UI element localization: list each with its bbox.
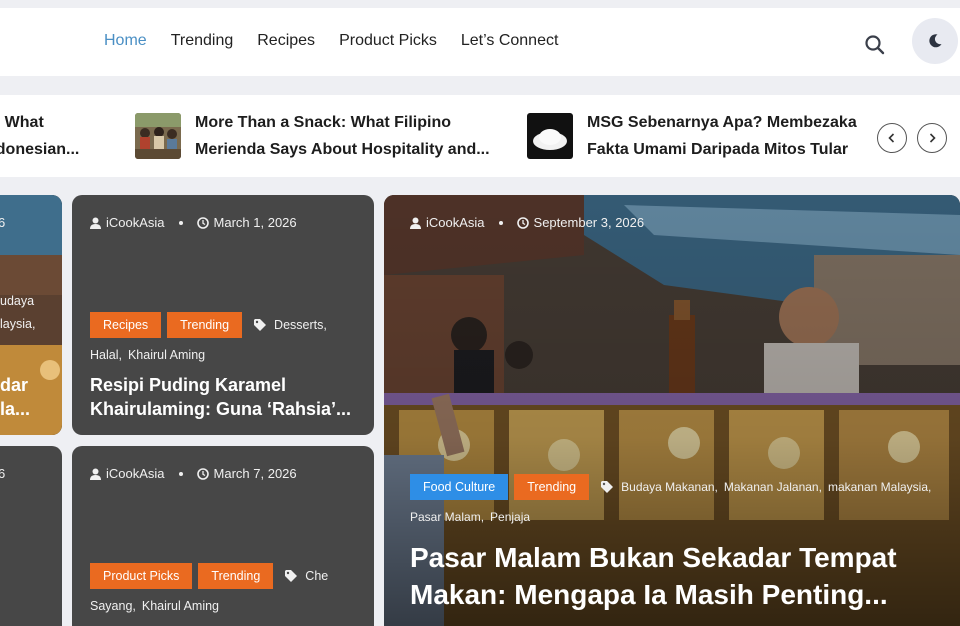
card-title-partial[interactable]: dar la...	[0, 373, 30, 421]
post-meta: iCookAsia September 3, 2026	[410, 215, 644, 230]
site-header: Home Trending Recipes Product Picks Let’…	[0, 8, 960, 76]
tag-link[interactable]: Che	[305, 565, 328, 587]
tag-link[interactable]: Halal,	[90, 344, 122, 366]
partial-card[interactable]: 6	[0, 446, 62, 626]
tag-link[interactable]: Desserts,	[274, 314, 327, 336]
user-icon	[90, 217, 101, 229]
post-title[interactable]: Resipi Puding Karamel Khairulaming: Guna…	[90, 373, 365, 421]
separator-dot	[178, 471, 183, 476]
tag-link[interactable]: Makanan Jalanan,	[724, 476, 822, 498]
separator-dot	[178, 220, 183, 225]
main-nav: Home Trending Recipes Product Picks Let’…	[104, 32, 558, 50]
post-date[interactable]: March 1, 2026	[214, 215, 297, 230]
title-line: la...	[0, 399, 31, 419]
category-trending[interactable]: Trending	[198, 563, 274, 589]
post-author[interactable]: iCookAsia	[106, 215, 165, 230]
ticker-item[interactable]: MSG Sebenarnya Apa? Membezaka Fakta Umam…	[527, 109, 877, 163]
tags-partial: udaya laysia,	[0, 290, 35, 336]
post-date[interactable]: March 7, 2026	[214, 466, 297, 481]
tag-link[interactable]: Khairul Aming	[128, 344, 205, 366]
ticker-item[interactable]: More Than a Snack: What Filipino Meriend…	[135, 109, 505, 163]
ticker-title: e: What ndonesian...	[0, 114, 80, 158]
title-line: dar	[0, 375, 29, 395]
ticker-thumbnail	[527, 113, 573, 159]
tag-partial[interactable]: udaya	[0, 290, 35, 313]
chevron-left-icon	[888, 133, 895, 143]
tag-icon	[601, 481, 614, 493]
tag-icon	[254, 319, 267, 331]
ticker-thumbnail	[135, 113, 181, 159]
post-tags: Recipes Trending Desserts, Halal, Khairu…	[90, 312, 360, 366]
nav-trending[interactable]: Trending	[171, 32, 234, 50]
clock-icon	[516, 216, 529, 229]
news-ticker: e: What ndonesian... More Than a Snack: …	[0, 95, 960, 177]
chevron-right-icon	[929, 133, 936, 143]
search-button[interactable]	[862, 32, 888, 58]
category-trending[interactable]: Trending	[514, 474, 590, 500]
search-icon	[865, 35, 885, 55]
featured-post-title[interactable]: Pasar Malam Bukan Sekadar Tempat Makan: …	[410, 539, 930, 613]
nav-product-picks[interactable]: Product Picks	[339, 32, 437, 50]
tag-link[interactable]: Budaya Makanan,	[621, 476, 718, 498]
post-tags: Product Picks Trending Che Sayang, Khair…	[90, 563, 360, 617]
tag-icon	[285, 570, 298, 582]
user-icon	[90, 468, 101, 480]
tag-link[interactable]: Sayang,	[90, 595, 136, 617]
meta-partial: 6	[0, 466, 6, 481]
separator-dot	[498, 220, 503, 225]
category-product-picks[interactable]: Product Picks	[90, 563, 193, 589]
featured-post-card[interactable]: iCookAsia September 3, 2026 Food Culture…	[384, 195, 960, 626]
dark-mode-toggle[interactable]	[912, 18, 958, 64]
ticker-title: More Than a Snack: What Filipino Meriend…	[195, 114, 490, 158]
tag-link[interactable]: Penjaja	[490, 506, 530, 528]
tag-link[interactable]: makanan Malaysia,	[828, 476, 931, 498]
post-author[interactable]: iCookAsia	[106, 466, 165, 481]
top-strip	[0, 0, 960, 8]
ticker-next-button[interactable]	[917, 123, 947, 153]
ticker-item[interactable]: e: What ndonesian...	[0, 109, 106, 163]
ticker-title: MSG Sebenarnya Apa? Membezaka Fakta Umam…	[587, 114, 857, 158]
tag-partial[interactable]: laysia,	[0, 313, 35, 336]
category-trending[interactable]: Trending	[167, 312, 243, 338]
nav-recipes[interactable]: Recipes	[257, 32, 315, 50]
meta-partial: 6	[0, 215, 6, 230]
post-tags: Food Culture Trending Budaya Makanan, Ma…	[410, 474, 950, 528]
category-recipes[interactable]: Recipes	[90, 312, 162, 338]
clock-icon	[196, 216, 209, 229]
post-meta: iCookAsia March 1, 2026	[90, 215, 297, 230]
post-card[interactable]: iCookAsia March 1, 2026 Recipes Trending…	[72, 195, 374, 435]
category-food-culture[interactable]: Food Culture	[410, 474, 509, 500]
partial-card[interactable]: 6 udaya laysia, dar la...	[0, 195, 62, 435]
nav-lets-connect[interactable]: Let’s Connect	[461, 32, 559, 50]
nav-home[interactable]: Home	[104, 32, 147, 50]
user-icon	[410, 217, 421, 229]
ticker-prev-button[interactable]	[877, 123, 907, 153]
post-author[interactable]: iCookAsia	[426, 215, 485, 230]
moon-icon	[929, 34, 942, 48]
post-date[interactable]: September 3, 2026	[534, 215, 645, 230]
tag-link[interactable]: Pasar Malam,	[410, 506, 484, 528]
post-meta: iCookAsia March 7, 2026	[90, 466, 297, 481]
post-card[interactable]: iCookAsia March 7, 2026 Product Picks Tr…	[72, 446, 374, 626]
clock-icon	[196, 467, 209, 480]
tag-link[interactable]: Khairul Aming	[142, 595, 219, 617]
